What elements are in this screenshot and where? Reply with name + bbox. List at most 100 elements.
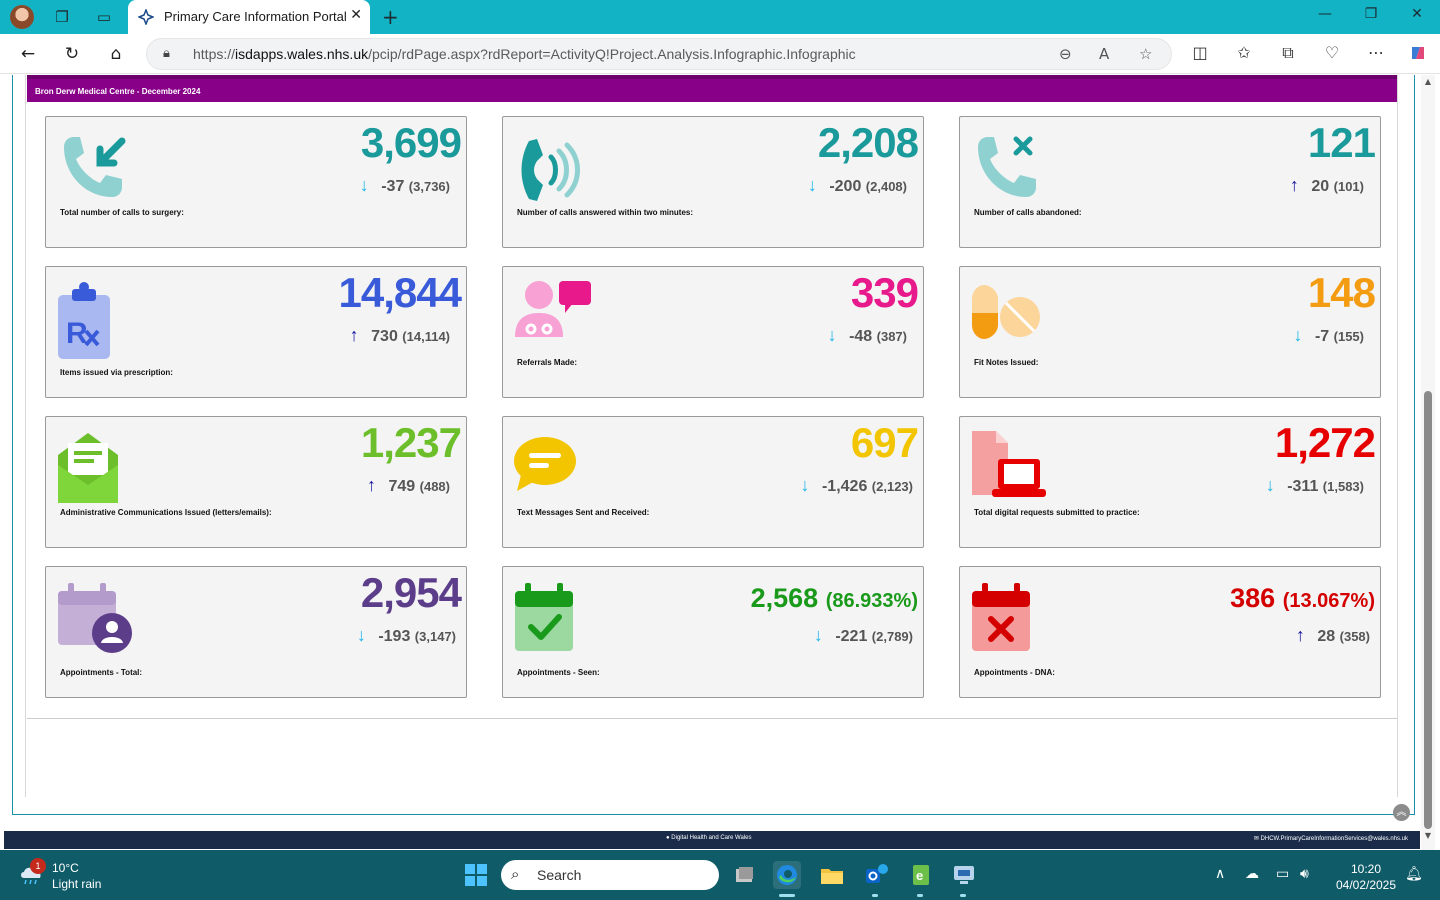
card-calls-abandoned: 121 ↑ 20 (101) Number of calls abandoned: bbox=[959, 116, 1381, 248]
collections-icon[interactable]: ⧉ bbox=[1277, 43, 1299, 63]
card-label: Appointments - Seen: bbox=[517, 668, 600, 677]
copilot-icon[interactable] bbox=[1407, 43, 1429, 67]
card-appointments-seen: 2,568 (86.933%) ↓ -221 (2,789) Appointmen… bbox=[502, 566, 924, 698]
card-value: 1,272 bbox=[1274, 419, 1376, 466]
phone-ringing-icon bbox=[521, 139, 580, 201]
notifications-bell-icon[interactable]: 🔔︎ bbox=[1405, 866, 1423, 882]
close-tab-icon[interactable]: ✕ bbox=[350, 7, 362, 23]
show-hidden-icons-icon[interactable]: ∧ bbox=[1215, 866, 1225, 882]
favorite-star-icon[interactable]: ☆ bbox=[1139, 45, 1152, 63]
open-app-indicator bbox=[872, 894, 878, 897]
calendar-person-icon bbox=[58, 583, 132, 653]
card-change: ↑ 28 (358) bbox=[1291, 625, 1370, 646]
card-label: Total digital requests submitted to prac… bbox=[974, 508, 1140, 517]
tab-actions-icon[interactable]: ▭ bbox=[94, 7, 114, 27]
page-footer: ● Digital Health and Care Wales ✉ DHCW.P… bbox=[4, 831, 1420, 849]
search-icon: ⌕ bbox=[511, 865, 520, 883]
card-calls-answered: 2,208 ↓ -200 (2,408) Number of calls answ… bbox=[502, 116, 924, 248]
windows-taskbar: 1 10°C Light rain ⌕ Search e ∧ ☁ ▭ 🔊︎ 10… bbox=[0, 850, 1440, 900]
card-change: ↓ -221 (2,789) bbox=[809, 625, 913, 646]
scroll-up-arrow-icon[interactable]: ▲ bbox=[1423, 77, 1433, 86]
taskbar-search[interactable]: ⌕ Search bbox=[501, 860, 719, 890]
card-change: ↑ 749 (488) bbox=[362, 475, 450, 496]
card-change: ↓ -200 (2,408) bbox=[803, 175, 907, 196]
laptop-document-icon bbox=[972, 431, 1046, 497]
task-view-icon[interactable] bbox=[730, 861, 758, 889]
back-button[interactable]: ← bbox=[17, 43, 39, 65]
card-change: ↓ -1,426 (2,123) bbox=[796, 475, 913, 496]
weather-description[interactable]: Light rain bbox=[52, 877, 101, 891]
card-label: Administrative Communications Issued (le… bbox=[60, 508, 272, 517]
card-change: ↑ 730 (14,114) bbox=[345, 325, 450, 346]
system-clock[interactable]: 10:20 04/02/2025 bbox=[1334, 861, 1398, 893]
start-button[interactable] bbox=[465, 864, 487, 886]
card-value: 339 bbox=[850, 269, 919, 316]
browser-essentials-icon[interactable]: ♡ bbox=[1321, 43, 1343, 62]
arrow-down-icon: ↓ bbox=[356, 625, 366, 645]
read-aloud-icon[interactable]: A bbox=[1099, 45, 1109, 63]
workspaces-icon[interactable]: ❐ bbox=[52, 7, 72, 27]
card-value: 2,568 (86.933%) bbox=[750, 583, 918, 613]
portal-favicon-icon bbox=[138, 9, 154, 25]
file-explorer-icon[interactable] bbox=[818, 861, 846, 889]
green-e-app-icon[interactable]: e bbox=[907, 861, 935, 889]
remote-desktop-icon[interactable] bbox=[950, 861, 978, 889]
profile-avatar[interactable] bbox=[10, 5, 34, 29]
card-value: 697 bbox=[850, 419, 919, 466]
favorites-icon[interactable]: ✩ bbox=[1233, 43, 1255, 62]
volume-icon[interactable]: 🔊︎ bbox=[1300, 866, 1309, 882]
card-label: Appointments - Total: bbox=[60, 668, 143, 677]
card-fit-notes: 148 ↓ -7 (155) Fit Notes Issued: bbox=[959, 266, 1381, 398]
scroll-down-arrow-icon[interactable]: ▼ bbox=[1423, 831, 1433, 840]
minimize-button[interactable]: — bbox=[1302, 6, 1348, 22]
scroll-to-top-button[interactable]: ︽ bbox=[1393, 804, 1410, 821]
new-tab-button[interactable]: + bbox=[382, 5, 399, 29]
tab-primary-care[interactable]: Primary Care Information Portal ✕ bbox=[128, 0, 370, 34]
scrollbar-thumb[interactable] bbox=[1424, 391, 1432, 829]
arrow-up-icon: ↑ bbox=[1289, 175, 1299, 195]
card-digital-requests: 1,272 ↓ -311 (1,583) Total digital reques… bbox=[959, 416, 1381, 548]
card-value: 2,954 bbox=[360, 569, 462, 616]
card-appointments-dna: 386 (13.067%) ↑ 28 (358) Appointments - D… bbox=[959, 566, 1381, 698]
card-referrals: 339 ↓ -48 (387) Referrals Made: bbox=[502, 266, 924, 398]
outlook-icon[interactable] bbox=[862, 861, 890, 889]
network-icon[interactable]: ▭ bbox=[1276, 866, 1289, 882]
envelope-open-icon bbox=[58, 433, 118, 503]
arrow-down-icon: ↓ bbox=[813, 625, 823, 645]
card-admin-comms: 1,237 ↑ 749 (488) Administrative Communic… bbox=[45, 416, 467, 548]
url-text[interactable]: https://isdapps.wales.nhs.uk/pcip/rdPage… bbox=[193, 46, 856, 62]
edge-browser-icon[interactable] bbox=[773, 861, 801, 889]
zoom-icon[interactable]: ⊖ bbox=[1059, 45, 1072, 63]
address-bar[interactable]: 🔒︎ https://isdapps.wales.nhs.uk/pcip/rdP… bbox=[146, 38, 1172, 70]
split-screen-icon[interactable]: ◫ bbox=[1189, 43, 1211, 62]
card-label: Items issued via prescription: bbox=[60, 368, 173, 377]
onedrive-cloud-icon[interactable]: ☁ bbox=[1245, 866, 1259, 882]
arrow-down-icon: ↓ bbox=[800, 475, 810, 495]
svg-text:e: e bbox=[916, 868, 923, 883]
prescription-clipboard-icon: R bbox=[58, 282, 110, 359]
card-appointments-total: 2,954 ↓ -193 (3,147) Appointments - Total… bbox=[45, 566, 467, 698]
svg-text:R: R bbox=[66, 317, 88, 350]
card-change: ↓ -7 (155) bbox=[1289, 325, 1364, 346]
open-app-indicator bbox=[960, 894, 966, 897]
footer-org: ● Digital Health and Care Wales bbox=[666, 835, 752, 841]
footer-email[interactable]: ✉ DHCW.PrimaryCareInformationServices@wa… bbox=[1254, 835, 1408, 842]
doctor-chat-icon bbox=[515, 281, 591, 337]
browser-tab-bar: ❐ ▭ Primary Care Information Portal ✕ + … bbox=[0, 0, 1440, 34]
close-window-button[interactable]: ✕ bbox=[1394, 6, 1440, 22]
card-value: 121 bbox=[1307, 119, 1376, 166]
report-header: Bron Derw Medical Centre - December 2024 bbox=[27, 75, 1397, 102]
lock-icon[interactable]: 🔒︎ bbox=[163, 46, 170, 61]
card-label: Text Messages Sent and Received: bbox=[517, 508, 650, 517]
address-toolbar: ← ↻ ⌂ 🔒︎ https://isdapps.wales.nhs.uk/pc… bbox=[0, 34, 1440, 74]
report-title: Bron Derw Medical Centre - December 2024 bbox=[35, 87, 201, 96]
pills-icon bbox=[972, 285, 1040, 339]
tab-title: Primary Care Information Portal bbox=[164, 9, 347, 24]
arrow-down-icon: ↓ bbox=[807, 175, 817, 195]
restore-button[interactable]: ❐ bbox=[1348, 6, 1394, 22]
refresh-button[interactable]: ↻ bbox=[61, 43, 83, 65]
home-button[interactable]: ⌂ bbox=[105, 43, 127, 65]
weather-temperature[interactable]: 10°C bbox=[52, 861, 79, 875]
arrow-down-icon: ↓ bbox=[1293, 325, 1303, 345]
more-options-icon[interactable]: ⋯ bbox=[1365, 43, 1387, 62]
